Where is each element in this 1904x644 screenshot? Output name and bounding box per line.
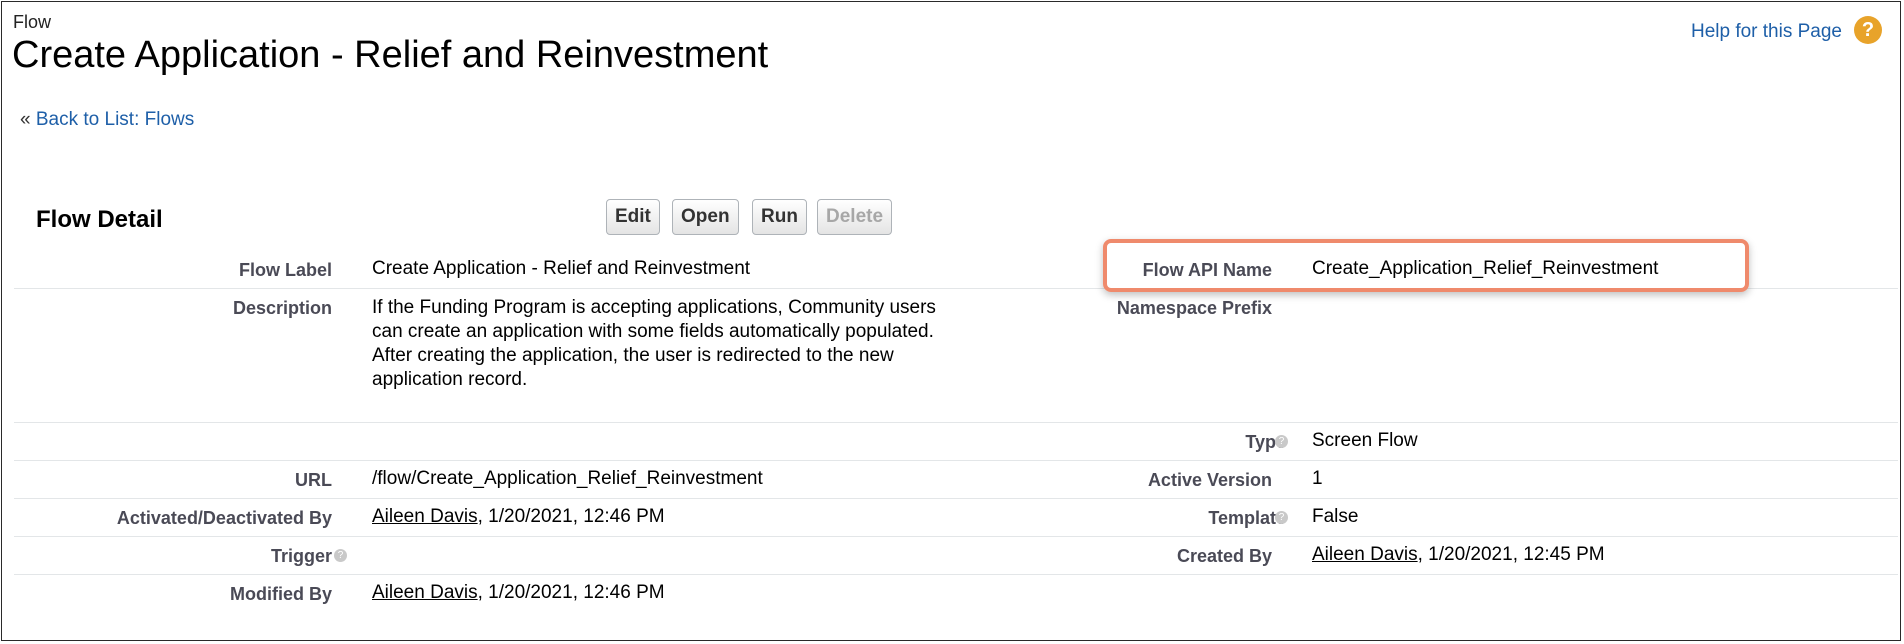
active-version-label: Active Version [1147,470,1272,490]
activated-by-date: , 1/20/2021, 12:46 PM [477,506,665,527]
activated-by-label: Activated/Deactivated By [116,508,332,528]
run-button[interactable]: Run [752,199,807,235]
activated-by-user-link[interactable]: Aileen Davis [372,506,478,527]
created-by-label: Created By [1176,546,1272,566]
section-title: Flow Detail [36,206,163,233]
object-type-label: Flow [13,12,52,32]
template-value: False [1312,506,1359,527]
detail-row [14,423,1898,461]
active-version-value: 1 [1312,468,1323,489]
help-question-icon[interactable]: ? [1854,16,1882,44]
created-by-value: Aileen Davis, 1/20/2021, 12:45 PM [1312,544,1605,566]
edit-button[interactable]: Edit [606,199,660,235]
modified-by-date: , 1/20/2021, 12:46 PM [477,582,665,603]
description-label: Description [232,298,332,318]
created-by-user-link[interactable]: Aileen Davis [1312,544,1418,565]
help-link[interactable]: Help for this Page [1691,21,1842,43]
trigger-label: Trigger [270,546,332,566]
modified-by-label: Modified By [230,584,332,604]
type-info-icon[interactable]: ? [1275,435,1288,448]
flow-label-value: Create Application - Relief and Reinvest… [372,258,751,279]
page-title: Create Application - Relief and Reinvest… [12,34,769,76]
modified-by-value: Aileen Davis, 1/20/2021, 12:46 PM [372,582,665,604]
open-button[interactable]: Open [672,199,739,235]
back-to-list-link[interactable]: Back to List: Flows [36,109,194,130]
activated-by-value: Aileen Davis, 1/20/2021, 12:46 PM [372,506,665,528]
breadcrumb-prefix: « [20,109,31,130]
type-value: Screen Flow [1312,430,1418,451]
api-name-highlight [1103,239,1749,292]
flow-label-label: Flow Label [238,260,332,280]
delete-button: Delete [817,199,893,235]
breadcrumb: « Back to List: Flows [20,109,194,131]
url-value: /flow/Create_Application_Relief_Reinvest… [372,468,763,489]
url-label: URL [295,470,332,490]
modified-by-user-link[interactable]: Aileen Davis [372,582,478,603]
created-by-date: , 1/20/2021, 12:45 PM [1417,544,1605,565]
namespace-prefix-label: Namespace Prefix [1116,298,1272,318]
template-info-icon[interactable]: ? [1275,511,1288,524]
description-value: If the Funding Program is accepting appl… [372,297,936,390]
trigger-info-icon[interactable]: ? [334,549,347,562]
